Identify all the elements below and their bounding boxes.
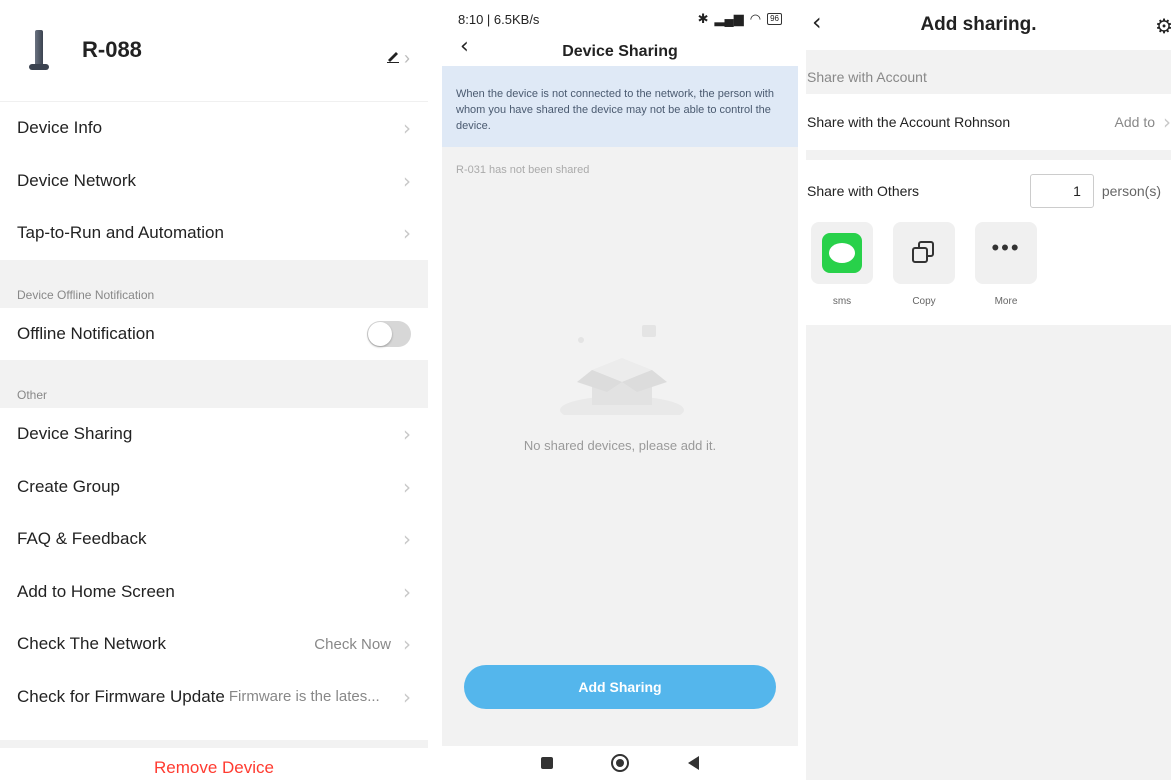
add-sharing-panel: ‹ Add sharing. ⚙ Share with Account Shar…	[806, 0, 1171, 780]
row-label: Create Group	[17, 476, 120, 496]
share-others-card: Share with Others 1 person(s) sms Copy •…	[806, 160, 1171, 325]
section-header-account: Share with Account	[807, 69, 927, 85]
battery-icon: 96	[767, 13, 782, 25]
page-title: Device Sharing	[562, 43, 678, 60]
edit-name-button[interactable]: ›	[386, 48, 410, 69]
back-arrow-icon[interactable]: ‹	[812, 8, 822, 36]
more-icon: •••	[991, 235, 1021, 260]
device-settings-panel: R-088 › Device Info › Device Network › T…	[0, 0, 428, 780]
row-share-account[interactable]: Share with the Account Rohnson Add to ›	[806, 94, 1171, 150]
chevron-right-icon: ›	[1163, 110, 1171, 134]
row-label: Share with the Account Rohnson	[807, 114, 1011, 130]
device-name: R-088	[82, 37, 142, 62]
chevron-right-icon: ›	[403, 422, 411, 447]
row-device-info[interactable]: Device Info ›	[0, 102, 428, 155]
remove-area: Remove Device	[0, 740, 428, 780]
status-bar: 8:10 | 6.5KB/s ✱ ▂▄▆ ◠ 96	[442, 0, 798, 38]
system-nav-bar	[442, 746, 798, 780]
add-to-link[interactable]: Add to	[1115, 114, 1155, 130]
device-sharing-panel: 8:10 | 6.5KB/s ✱ ▂▄▆ ◠ 96 ‹ Device Shari…	[442, 0, 798, 780]
chevron-right-icon: ›	[403, 116, 411, 141]
share-copy[interactable]: Copy	[893, 222, 955, 307]
section-header-other: Other	[0, 360, 428, 408]
app-label: More	[994, 296, 1018, 307]
add-sharing-button[interactable]: Add Sharing	[464, 665, 776, 709]
row-label: Device Sharing	[17, 424, 133, 444]
home-icon[interactable]	[611, 754, 630, 772]
row-label: Check The Network	[17, 634, 166, 654]
wifi-icon: ◠	[749, 11, 762, 26]
row-label: Offline Notification	[17, 323, 155, 343]
page-title: Add sharing.	[920, 14, 1037, 35]
device-header: R-088 ›	[0, 0, 428, 100]
chevron-right-icon: ›	[403, 527, 411, 552]
chevron-right-icon: ›	[403, 474, 411, 499]
row-tap-to-run[interactable]: Tap-to-Run and Automation ›	[0, 207, 428, 260]
row-create-group[interactable]: Create Group ›	[0, 460, 428, 513]
row-faq-feedback[interactable]: FAQ & Feedback ›	[0, 513, 428, 566]
row-add-home-screen[interactable]: Add to Home Screen ›	[0, 565, 428, 618]
status-time: 8:10 | 6.5KB/s	[458, 11, 540, 27]
row-label: Share with Others	[807, 183, 920, 199]
chevron-right-icon: ›	[404, 48, 410, 68]
not-shared-text: R-031 has not been shared	[456, 164, 590, 176]
row-label: FAQ & Feedback	[17, 529, 147, 549]
offline-notice: When the device is not connected to the …	[442, 66, 798, 147]
row-label: Check for Firmware Update	[17, 686, 225, 706]
remove-device-button[interactable]: Remove Device	[0, 748, 428, 780]
sms-icon	[822, 233, 862, 273]
row-check-network[interactable]: Check The Network Check Now ›	[0, 618, 428, 671]
share-sms[interactable]: sms	[811, 222, 873, 307]
row-value: Firmware is the lates...	[228, 688, 380, 706]
offline-notification-toggle[interactable]	[367, 320, 411, 347]
nav-bar: ‹ Device Sharing	[442, 34, 798, 66]
recents-icon[interactable]	[541, 757, 554, 769]
settings-icon[interactable]: ⚙	[1155, 14, 1171, 38]
bluetooth-icon: ✱	[697, 11, 709, 26]
status-icons: ✱ ▂▄▆ ◠ 96	[698, 11, 782, 27]
back-triangle-icon[interactable]	[687, 756, 699, 770]
row-label: Device Info	[17, 118, 103, 138]
row-firmware-update[interactable]: Check for Firmware Update Firmware is th…	[0, 670, 428, 723]
device-image	[26, 30, 52, 70]
empty-state-text: No shared devices, please add it.	[523, 438, 717, 453]
share-others-row: Share with Others 1 person(s)	[806, 160, 1171, 222]
pencil-icon	[386, 49, 400, 68]
person-count-input[interactable]: 1	[1029, 174, 1094, 208]
share-more[interactable]: ••• More	[975, 222, 1037, 307]
row-label: Tap-to-Run and Automation	[17, 223, 224, 243]
chevron-right-icon: ›	[403, 632, 411, 657]
chevron-right-icon: ›	[403, 579, 411, 604]
row-offline-notification: Offline Notification	[0, 307, 428, 360]
app-label: sms	[832, 296, 852, 307]
copy-icon	[912, 241, 936, 265]
row-device-network[interactable]: Device Network ›	[0, 154, 428, 207]
chevron-right-icon: ›	[403, 221, 411, 246]
nav-bar: ‹ Add sharing. ⚙	[806, 0, 1171, 50]
row-value: Check Now	[314, 635, 391, 653]
row-device-sharing[interactable]: Device Sharing ›	[0, 408, 428, 461]
chevron-right-icon: ›	[403, 684, 411, 709]
share-apps: sms Copy ••• More	[806, 222, 1171, 325]
persons-label: person(s)	[1101, 183, 1161, 199]
signal-icon: ▂▄▆	[714, 11, 744, 26]
empty-box-illustration	[560, 325, 684, 415]
app-label: Copy	[912, 296, 936, 307]
back-arrow-icon[interactable]: ‹	[460, 34, 469, 59]
row-label: Device Network	[17, 170, 137, 190]
section-header-offline: Device Offline Notification	[0, 259, 428, 308]
chevron-right-icon: ›	[403, 168, 411, 193]
row-label: Add to Home Screen	[17, 581, 175, 601]
